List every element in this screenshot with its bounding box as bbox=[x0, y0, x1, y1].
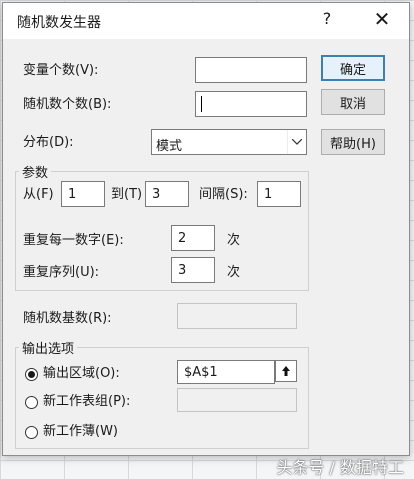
rand-count-input[interactable] bbox=[195, 91, 307, 117]
repeat-seq-unit: 次 bbox=[227, 265, 241, 280]
help-button[interactable]: 帮助(H) bbox=[321, 129, 385, 155]
new-sheet-label: 新工作表组(P): bbox=[43, 394, 131, 409]
from-input[interactable] bbox=[61, 181, 105, 207]
seed-label: 随机数基数(R): bbox=[23, 311, 112, 326]
random-number-generator-dialog: 随机数发生器 ? ✕ 变量个数(V): 随机数个数(B): 确定 取消 帮助(H… bbox=[2, 2, 410, 456]
new-sheet-radio[interactable] bbox=[25, 396, 38, 409]
output-range-radio[interactable] bbox=[25, 368, 38, 381]
step-input[interactable] bbox=[257, 181, 301, 207]
repeat-seq-input[interactable] bbox=[171, 257, 215, 283]
distribution-label: 分布(D): bbox=[23, 135, 74, 150]
to-input[interactable] bbox=[145, 181, 189, 207]
collapse-dialog-icon[interactable] bbox=[275, 360, 297, 382]
distribution-value: 模式 bbox=[156, 139, 183, 154]
dialog-title: 随机数发生器 bbox=[17, 15, 101, 31]
ok-button[interactable]: 确定 bbox=[321, 55, 385, 81]
repeat-each-label: 重复每一数字(E): bbox=[23, 233, 124, 248]
new-book-label: 新工作薄(W) bbox=[43, 424, 118, 439]
seed-input[interactable] bbox=[177, 303, 297, 329]
close-icon[interactable]: ✕ bbox=[371, 7, 393, 31]
from-label: 从(F) bbox=[23, 187, 54, 202]
title-bar: 随机数发生器 ? ✕ bbox=[3, 3, 409, 39]
output-range-input[interactable] bbox=[177, 360, 275, 384]
var-count-label: 变量个数(V): bbox=[23, 63, 99, 78]
output-range-label: 输出区域(O): bbox=[43, 366, 120, 381]
repeat-seq-label: 重复序列(U): bbox=[23, 265, 100, 280]
repeat-each-input[interactable] bbox=[171, 225, 215, 251]
to-label: 到(T) bbox=[111, 187, 143, 202]
output-title: 输出选项 bbox=[19, 338, 78, 357]
distribution-select[interactable]: 模式 bbox=[151, 129, 307, 155]
rand-count-label: 随机数个数(B): bbox=[23, 97, 112, 112]
step-label: 间隔(S): bbox=[199, 187, 248, 202]
cancel-button[interactable]: 取消 bbox=[321, 89, 385, 115]
var-count-input[interactable] bbox=[195, 57, 307, 83]
text-cursor bbox=[201, 96, 202, 112]
help-question-icon[interactable]: ? bbox=[317, 9, 337, 28]
watermark: 头条号 / 数据特工 bbox=[276, 458, 404, 477]
params-title: 参数 bbox=[19, 162, 52, 181]
new-book-radio[interactable] bbox=[25, 426, 38, 439]
new-sheet-input[interactable] bbox=[177, 388, 297, 412]
repeat-each-unit: 次 bbox=[227, 233, 241, 248]
chevron-down-icon[interactable] bbox=[287, 130, 306, 154]
